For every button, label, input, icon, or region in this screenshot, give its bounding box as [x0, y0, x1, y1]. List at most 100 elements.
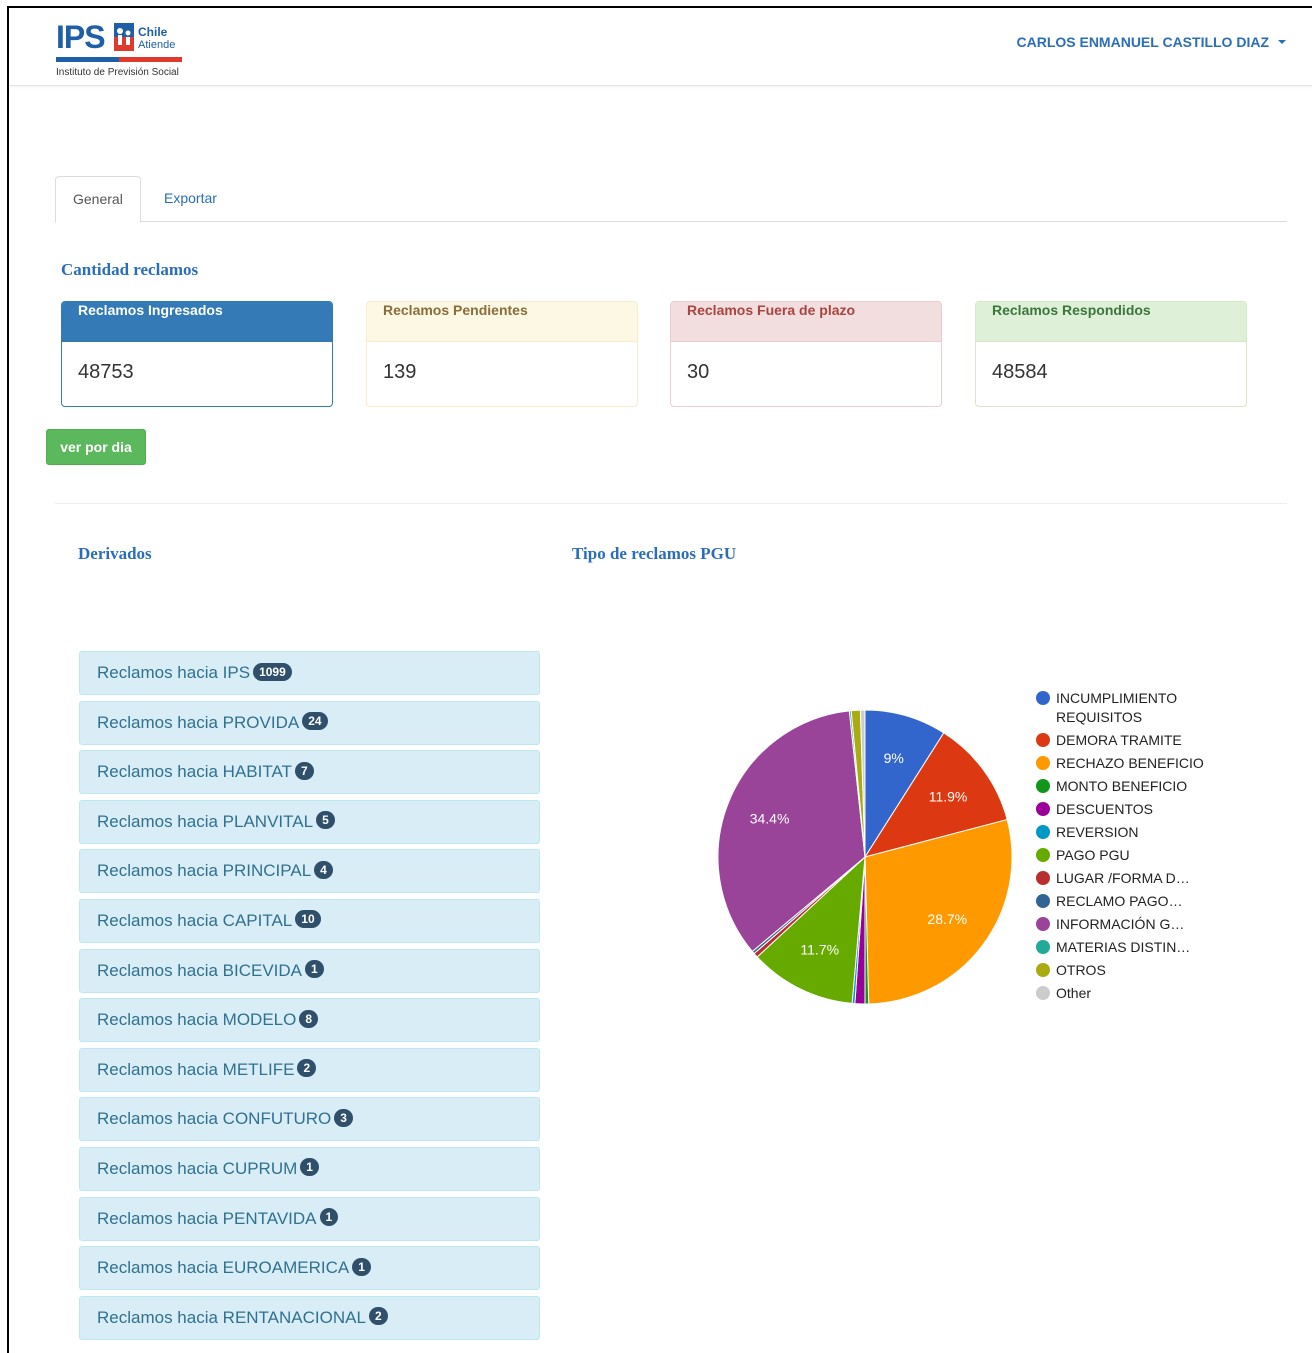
legend-item[interactable]: INCUMPLIMIENTO REQUISITOS — [1036, 689, 1236, 727]
logo-brand: IPS — [56, 19, 106, 55]
list-item-label: Reclamos hacia HABITAT — [97, 762, 292, 782]
count-badge: 1 — [305, 960, 324, 979]
user-name: CARLOS ENMANUEL CASTILLO DIAZ — [1016, 34, 1269, 50]
legend-label: DEMORA TRAMITE — [1056, 732, 1182, 748]
tab-exportar[interactable]: Exportar — [147, 176, 234, 222]
logo-chile: Chile — [138, 25, 168, 39]
derivados-list: Reclamos hacia IPS 1099 Reclamos hacia PRO… — [79, 651, 540, 1345]
legend-swatch — [1036, 733, 1050, 747]
legend-item[interactable]: RECHAZO BENEFICIO — [1036, 754, 1236, 773]
list-item-label: Reclamos hacia EUROAMERICA — [97, 1258, 350, 1278]
list-item[interactable]: Reclamos hacia PENTAVIDA 1 — [79, 1196, 540, 1241]
legend-swatch — [1036, 779, 1050, 793]
legend-swatch — [1036, 691, 1050, 705]
tab-general[interactable]: General — [55, 176, 141, 223]
logo-atiende: Atiende — [138, 39, 176, 51]
list-item[interactable]: Reclamos hacia CUPRUM 1 — [79, 1146, 540, 1191]
legend-swatch — [1036, 848, 1050, 862]
legend-label: LUGAR /FORMA D… — [1056, 870, 1190, 886]
card-reclamos-pendientes: Reclamos Pendientes 139 — [366, 301, 638, 407]
legend-label: MATERIAS DISTIN… — [1056, 939, 1191, 955]
divider — [55, 503, 1287, 504]
list-item-label: Reclamos hacia CAPITAL — [97, 910, 293, 930]
count-badge: 1099 — [253, 662, 292, 681]
card-reclamos-fuera-de-plazo: Reclamos Fuera de plazo 30 — [670, 301, 942, 407]
list-item[interactable]: Reclamos hacia PROVIDA 24 — [79, 700, 540, 745]
list-item-label: Reclamos hacia PENTAVIDA — [97, 1208, 317, 1228]
count-badge: 7 — [294, 761, 314, 780]
legend-swatch — [1036, 871, 1050, 885]
legend-label: PAGO PGU — [1056, 847, 1130, 863]
legend-label: INCUMPLIMIENTO REQUISITOS — [1056, 690, 1178, 725]
list-item[interactable]: Reclamos hacia METLIFE 2 — [79, 1047, 540, 1092]
count-badge: 1 — [300, 1158, 319, 1177]
count-badge: 4 — [314, 860, 333, 879]
list-item[interactable]: Reclamos hacia BICEVIDA 1 — [79, 948, 540, 993]
legend-item[interactable]: PAGO PGU — [1036, 846, 1236, 865]
list-item-label: Reclamos hacia BICEVIDA — [97, 960, 303, 980]
list-item[interactable]: Reclamos hacia CAPITAL 10 — [79, 898, 540, 943]
count-badge: 24 — [302, 712, 328, 731]
legend-label: MONTO BENEFICIO — [1056, 778, 1188, 794]
legend-item[interactable]: OTROS — [1036, 961, 1236, 980]
card-header: Reclamos Fuera de plazo — [671, 302, 941, 342]
legend-swatch — [1036, 940, 1050, 954]
legend-swatch — [1036, 986, 1050, 1000]
count-badge: 2 — [368, 1307, 388, 1326]
list-item[interactable]: Reclamos hacia RENTANACIONAL 2 — [79, 1295, 540, 1340]
legend-swatch — [1036, 963, 1050, 977]
list-item-label: Reclamos hacia PROVIDA — [97, 712, 300, 732]
card-value: 139 — [383, 361, 417, 383]
tab-bar: General Exportar — [55, 176, 1287, 223]
legend-item[interactable]: MATERIAS DISTIN… — [1036, 938, 1236, 957]
card-reclamos-ingresados: Reclamos Ingresados 48753 — [61, 301, 333, 407]
legend-item[interactable]: Other — [1036, 984, 1236, 1003]
list-item-label: Reclamos hacia PRINCIPAL — [97, 861, 312, 881]
legend-item[interactable]: RECLAMO PAGO… — [1036, 892, 1236, 911]
legend-label: INFORMACIÓN G… — [1056, 916, 1185, 932]
list-item[interactable]: Reclamos hacia PLANVITAL 5 — [79, 799, 540, 844]
legend-label: RECHAZO BENEFICIO — [1056, 755, 1204, 771]
list-item-label: Reclamos hacia IPS — [97, 663, 251, 682]
list-item[interactable]: Reclamos hacia IPS 1099 — [79, 651, 540, 695]
ips-logo[interactable]: IPS Chile Atiende Instituto de Previsión… — [56, 20, 191, 78]
card-header: Reclamos Respondidos — [976, 302, 1246, 342]
legend-item[interactable]: LUGAR /FORMA D… — [1036, 869, 1236, 888]
list-item[interactable]: Reclamos hacia PRINCIPAL 4 — [79, 849, 540, 894]
ver-por-dia-button[interactable]: ver por dia — [46, 429, 146, 465]
top-navbar: IPS Chile Atiende Instituto de Previsión… — [9, 8, 1312, 86]
list-item[interactable]: Reclamos hacia MODELO 8 — [79, 998, 540, 1043]
pie-slice-label: 11.7% — [800, 941, 839, 957]
count-badge: 5 — [316, 811, 335, 830]
list-item[interactable]: Reclamos hacia CONFUTURO 3 — [79, 1097, 540, 1142]
card-reclamos-respondidos: Reclamos Respondidos 48584 — [975, 301, 1247, 407]
pie-slice-label: 34.4% — [750, 811, 790, 827]
list-item[interactable]: Reclamos hacia HABITAT 7 — [79, 750, 540, 795]
legend-label: DESCUENTOS — [1056, 801, 1153, 817]
legend-item[interactable]: INFORMACIÓN G… — [1036, 915, 1236, 934]
pie-slice-label: 28.7% — [927, 911, 967, 927]
legend-swatch — [1036, 756, 1050, 770]
list-item-label: Reclamos hacia CONFUTURO — [97, 1109, 332, 1129]
pgu-pie-chart: 9% 11.9% 28.7% 11.7% 34.4% — [717, 709, 1013, 1005]
count-badge: 10 — [295, 910, 321, 929]
legend-item[interactable]: DESCUENTOS — [1036, 800, 1236, 819]
legend-label: REVERSION — [1056, 824, 1139, 840]
derivados-title: Derivados — [78, 544, 152, 563]
count-badge: 3 — [334, 1108, 353, 1127]
legend-item[interactable]: MONTO BENEFICIO — [1036, 777, 1236, 796]
legend-swatch — [1036, 917, 1050, 931]
legend-label: RECLAMO PAGO… — [1056, 893, 1183, 909]
user-menu-dropdown[interactable]: CARLOS ENMANUEL CASTILLO DIAZ — [1016, 34, 1286, 50]
cantidad-reclamos-title: Cantidad reclamos — [61, 260, 199, 279]
pgu-chart-title: Tipo de reclamos PGU — [572, 544, 737, 563]
caret-down-icon — [1278, 40, 1286, 44]
page-frame: IPS Chile Atiende Instituto de Previsión… — [7, 6, 1312, 1353]
pie-slice-label: 9% — [884, 750, 904, 766]
list-item[interactable]: Reclamos hacia EUROAMERICA 1 — [79, 1246, 540, 1291]
legend-swatch — [1036, 802, 1050, 816]
list-item-label: Reclamos hacia PLANVITAL — [97, 811, 314, 831]
list-item-label: Reclamos hacia RENTANACIONAL — [97, 1307, 366, 1327]
legend-item[interactable]: REVERSION — [1036, 823, 1236, 842]
legend-item[interactable]: DEMORA TRAMITE — [1036, 731, 1236, 750]
